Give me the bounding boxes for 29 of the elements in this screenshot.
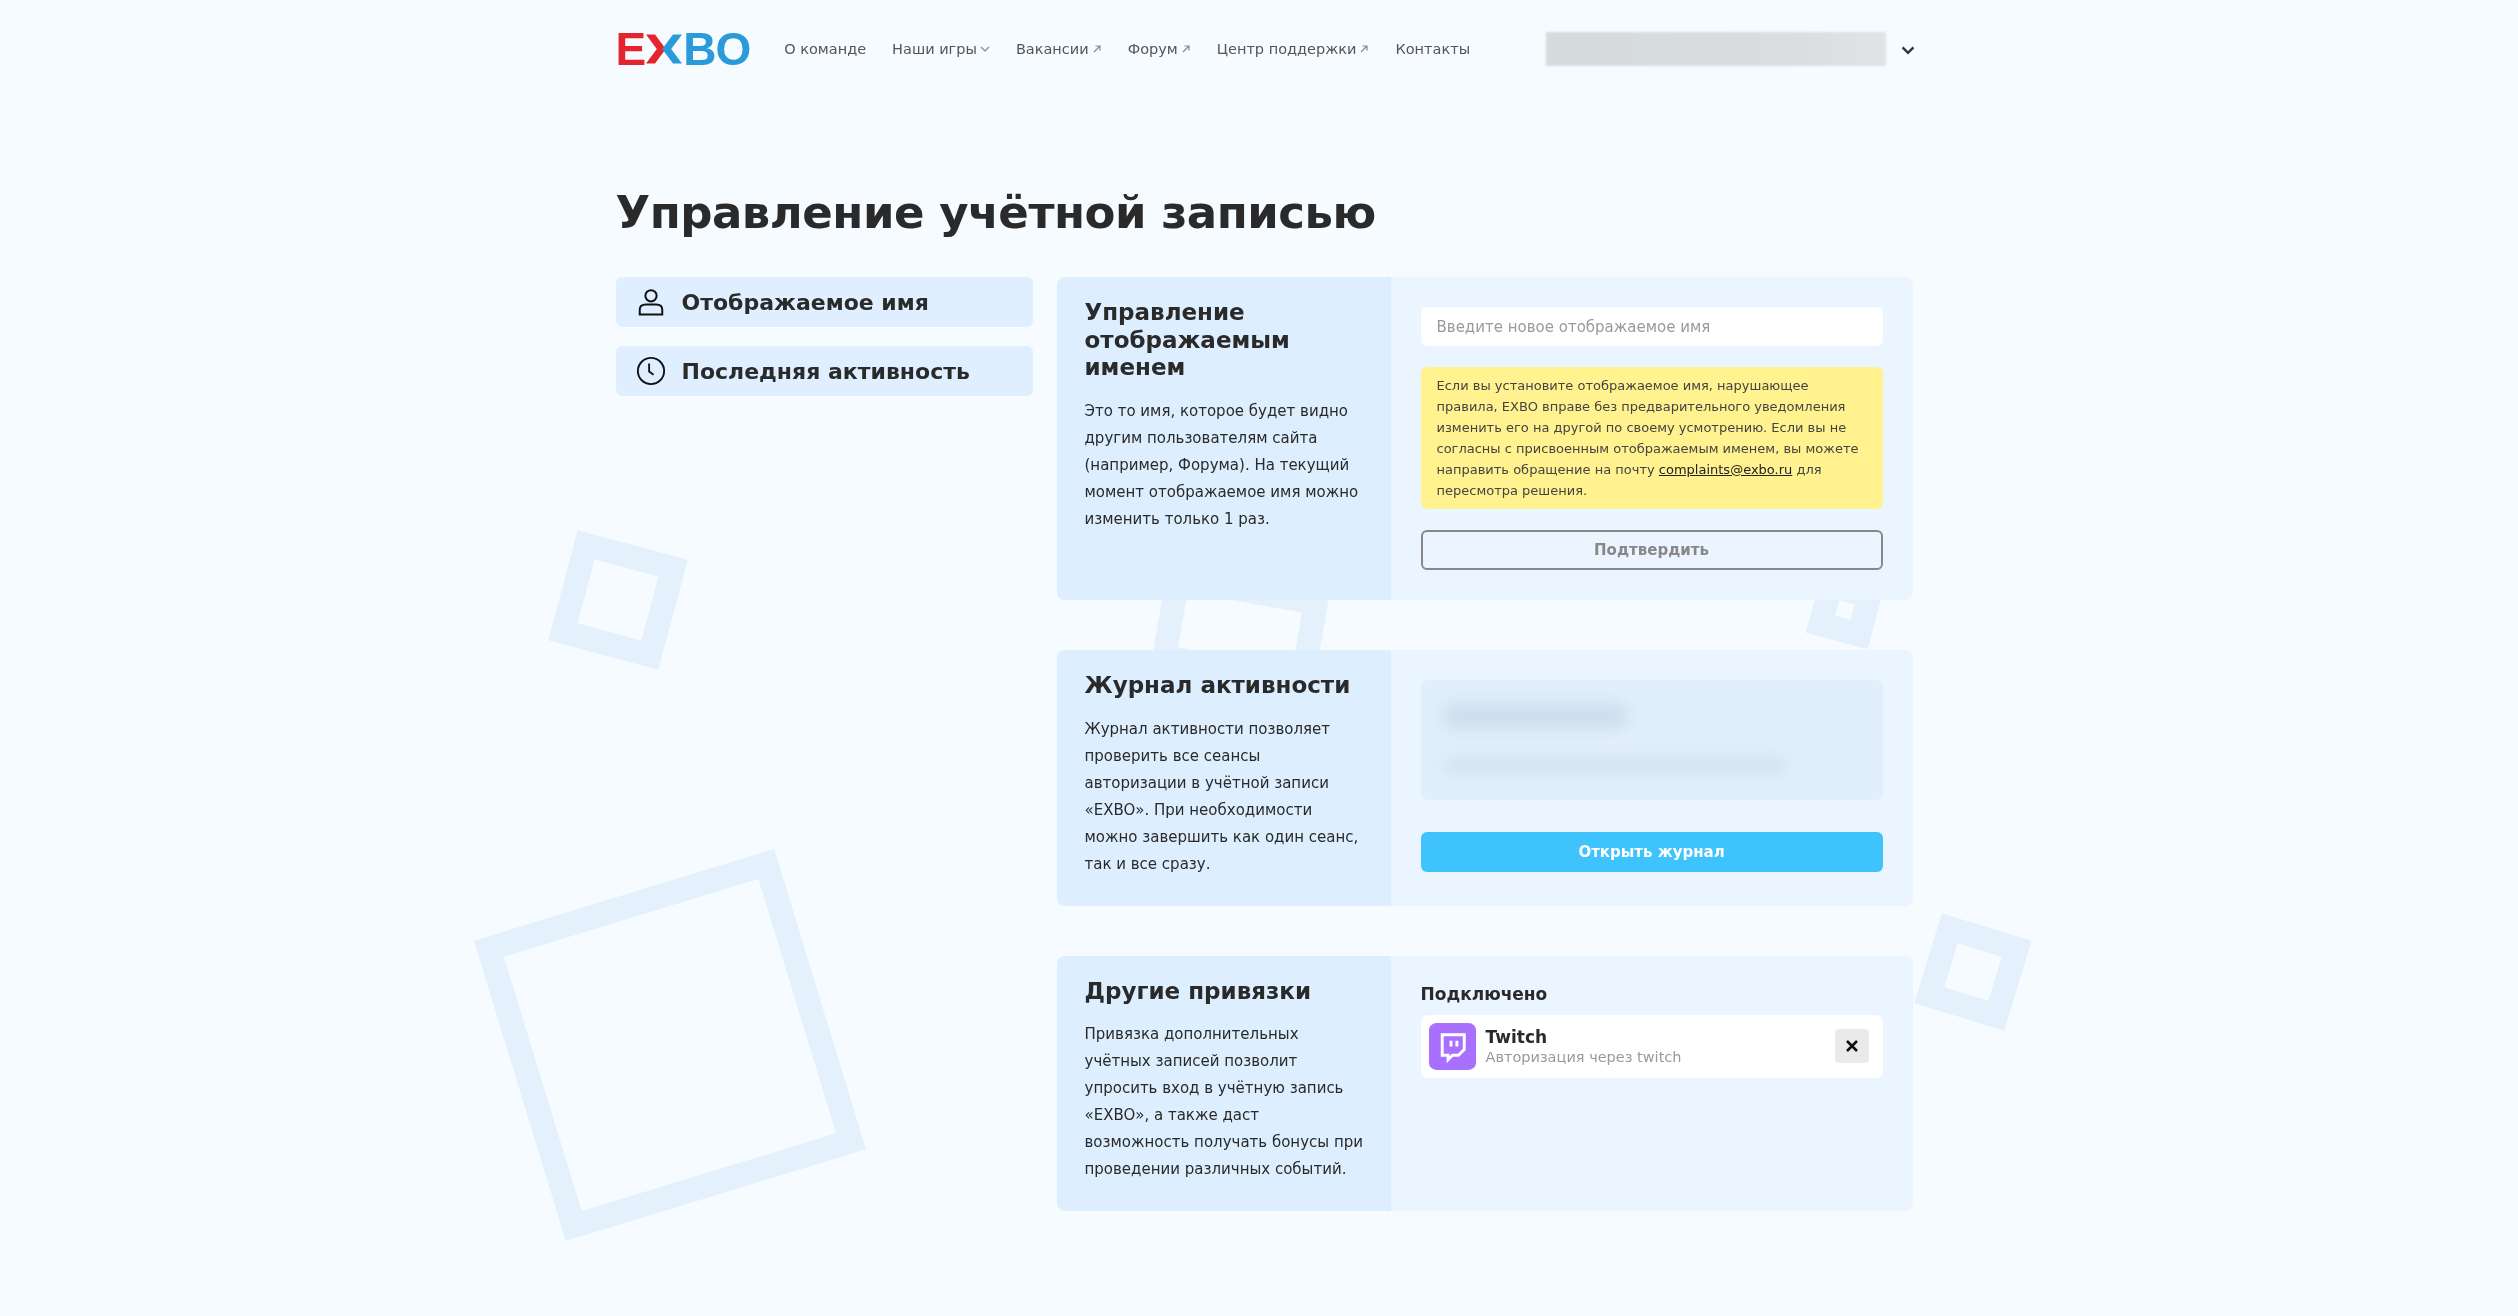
- section-title: Другие привязки: [1084, 977, 1313, 1006]
- section-description: Привязка дополнительных учётных записей позволит упросить вход в учётную запись «EXBO», а также даст возможность получать бонусы при проведении различных событий.: [1084, 1024, 1364, 1181]
- service-subtitle: Авторизация через twitch: [1485, 1049, 1683, 1066]
- section-title: Журнал активности: [1084, 672, 1352, 700]
- nav-link[interactable]: Вакансии: [1015, 41, 1102, 57]
- connected-heading: Подключено: [1420, 983, 1549, 1004]
- page-title: Управление учётной записью: [615, 186, 1377, 239]
- nav-link[interactable]: Наши игры: [892, 41, 990, 57]
- section-description: Это то имя, которое будет видно другим пользователям сайта (например, Форума). На текущий момент отображаемое имя можно изменить только 1 раз.: [1084, 400, 1360, 530]
- external-link-icon: [1359, 44, 1370, 54]
- sidebar-item[interactable]: Последняя активность: [615, 346, 1033, 396]
- clock-icon: [635, 356, 666, 386]
- nav-link[interactable]: Контакты: [1395, 41, 1471, 57]
- section-title: Управление отображаемым именем: [1084, 299, 1291, 382]
- email-link[interactable]: complaints@exbo.ru: [1658, 462, 1793, 477]
- remove-button[interactable]: [1834, 1029, 1869, 1064]
- service-name: Twitch: [1485, 1027, 1549, 1048]
- nav-link[interactable]: О команде: [784, 41, 867, 57]
- external-link-icon: [1091, 44, 1102, 54]
- section-description: Журнал активности позволяет проверить все сеансы авторизации в учётной записи «EXBO». При необходимости можно завершить как один сеанс, так и все сразу.: [1084, 718, 1360, 875]
- chevron-down-icon: [979, 44, 990, 54]
- speech-bubble-icon: [1428, 1022, 1476, 1070]
- logo[interactable]: E BO: [615, 26, 751, 72]
- name-input-field[interactable]: Введите новое отображаемое имя: [1420, 307, 1883, 346]
- nav-link[interactable]: Центр поддержки: [1216, 41, 1370, 57]
- warning-notice: Если вы установите отображаемое имя, нарушающее правила, EXBO вправе без предварительного уведомления изменить его на другой по своему усмотрению. Если вы не согласны с присвоенным отображаемым именем, вы можете направить обращение на почту complaints@exbo.ru для пересмотра решения.: [1420, 367, 1883, 509]
- nav-link[interactable]: Форум: [1127, 41, 1191, 57]
- external-link-icon: [1180, 44, 1191, 54]
- sidebar-item[interactable]: Отображаемое имя: [615, 277, 1033, 327]
